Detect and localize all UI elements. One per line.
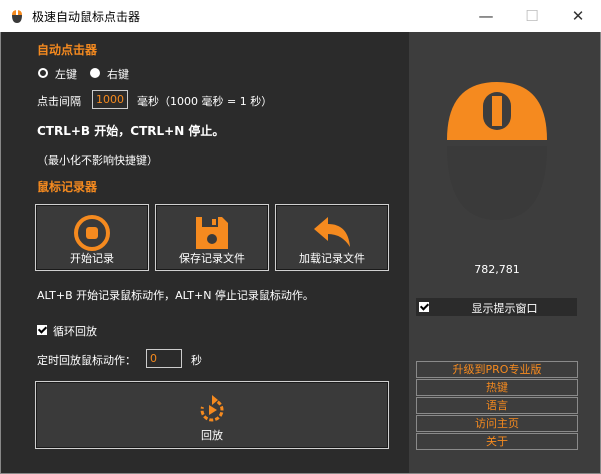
close-button[interactable]: ✕	[555, 0, 601, 32]
right-key-label[interactable]: 右键	[107, 66, 129, 82]
upgrade-pro-button[interactable]: 升级到PRO专业版	[416, 361, 578, 378]
minimize-button[interactable]: —	[463, 0, 509, 32]
playback-button[interactable]: 回放	[35, 381, 389, 449]
save-record-label: 保存记录文件	[179, 252, 245, 265]
clicker-section-title: 自动点击器	[37, 43, 98, 57]
playback-label: 回放	[201, 429, 223, 442]
window-title: 极速自动鼠标点击器	[32, 10, 141, 24]
language-button[interactable]: 语言	[416, 397, 578, 414]
start-record-button[interactable]: 开始记录	[35, 204, 149, 271]
save-record-button[interactable]: 保存记录文件	[155, 204, 269, 271]
left-key-label[interactable]: 左键	[55, 66, 77, 82]
start-record-label: 开始记录	[70, 252, 114, 265]
load-record-button[interactable]: 加载记录文件	[275, 204, 389, 271]
recorder-section-title: 鼠标记录器	[37, 180, 98, 194]
minimize-hint: （最小化不影响快捷键）	[37, 154, 158, 167]
mouse-icon	[447, 82, 547, 220]
about-button[interactable]: 关于	[416, 433, 578, 450]
homepage-button[interactable]: 访问主页	[416, 415, 578, 432]
replay-icon	[200, 395, 224, 422]
timer-label: 定时回放鼠标动作：	[37, 354, 136, 367]
timer-unit: 秒	[191, 354, 202, 367]
left-key-radio[interactable]	[38, 68, 48, 78]
timer-input[interactable]: 0	[146, 349, 182, 368]
undo-arrow-icon	[314, 217, 350, 247]
loop-checkbox[interactable]	[37, 325, 47, 335]
record-circle-icon	[74, 215, 110, 251]
loop-label[interactable]: 循环回放	[53, 323, 97, 339]
show-tip-row[interactable]: 显示提示窗口	[416, 298, 577, 316]
title-bar[interactable]: 极速自动鼠标点击器 — ☐ ✕	[0, 0, 601, 32]
interval-label: 点击间隔	[37, 95, 81, 108]
cursor-coordinates: 782,781	[474, 263, 520, 276]
interval-input[interactable]: 1000	[92, 90, 128, 109]
hotkeys-button[interactable]: 热键	[416, 379, 578, 396]
recorder-hotkeys: ALT+B 开始记录鼠标动作，ALT+N 停止记录鼠标动作。	[37, 289, 314, 302]
clicker-hotkeys: CTRL+B 开始，CTRL+N 停止。	[37, 124, 225, 138]
interval-unit: 毫秒（1000 毫秒 = 1 秒）	[137, 95, 273, 108]
load-record-label: 加载记录文件	[299, 252, 365, 265]
maximize-button[interactable]: ☐	[509, 0, 555, 32]
show-tip-label[interactable]: 显示提示窗口	[432, 300, 577, 316]
show-tip-checkbox[interactable]	[419, 302, 429, 312]
mouse-icon	[12, 10, 22, 23]
floppy-disk-icon	[196, 217, 228, 249]
right-key-radio[interactable]	[90, 68, 100, 78]
